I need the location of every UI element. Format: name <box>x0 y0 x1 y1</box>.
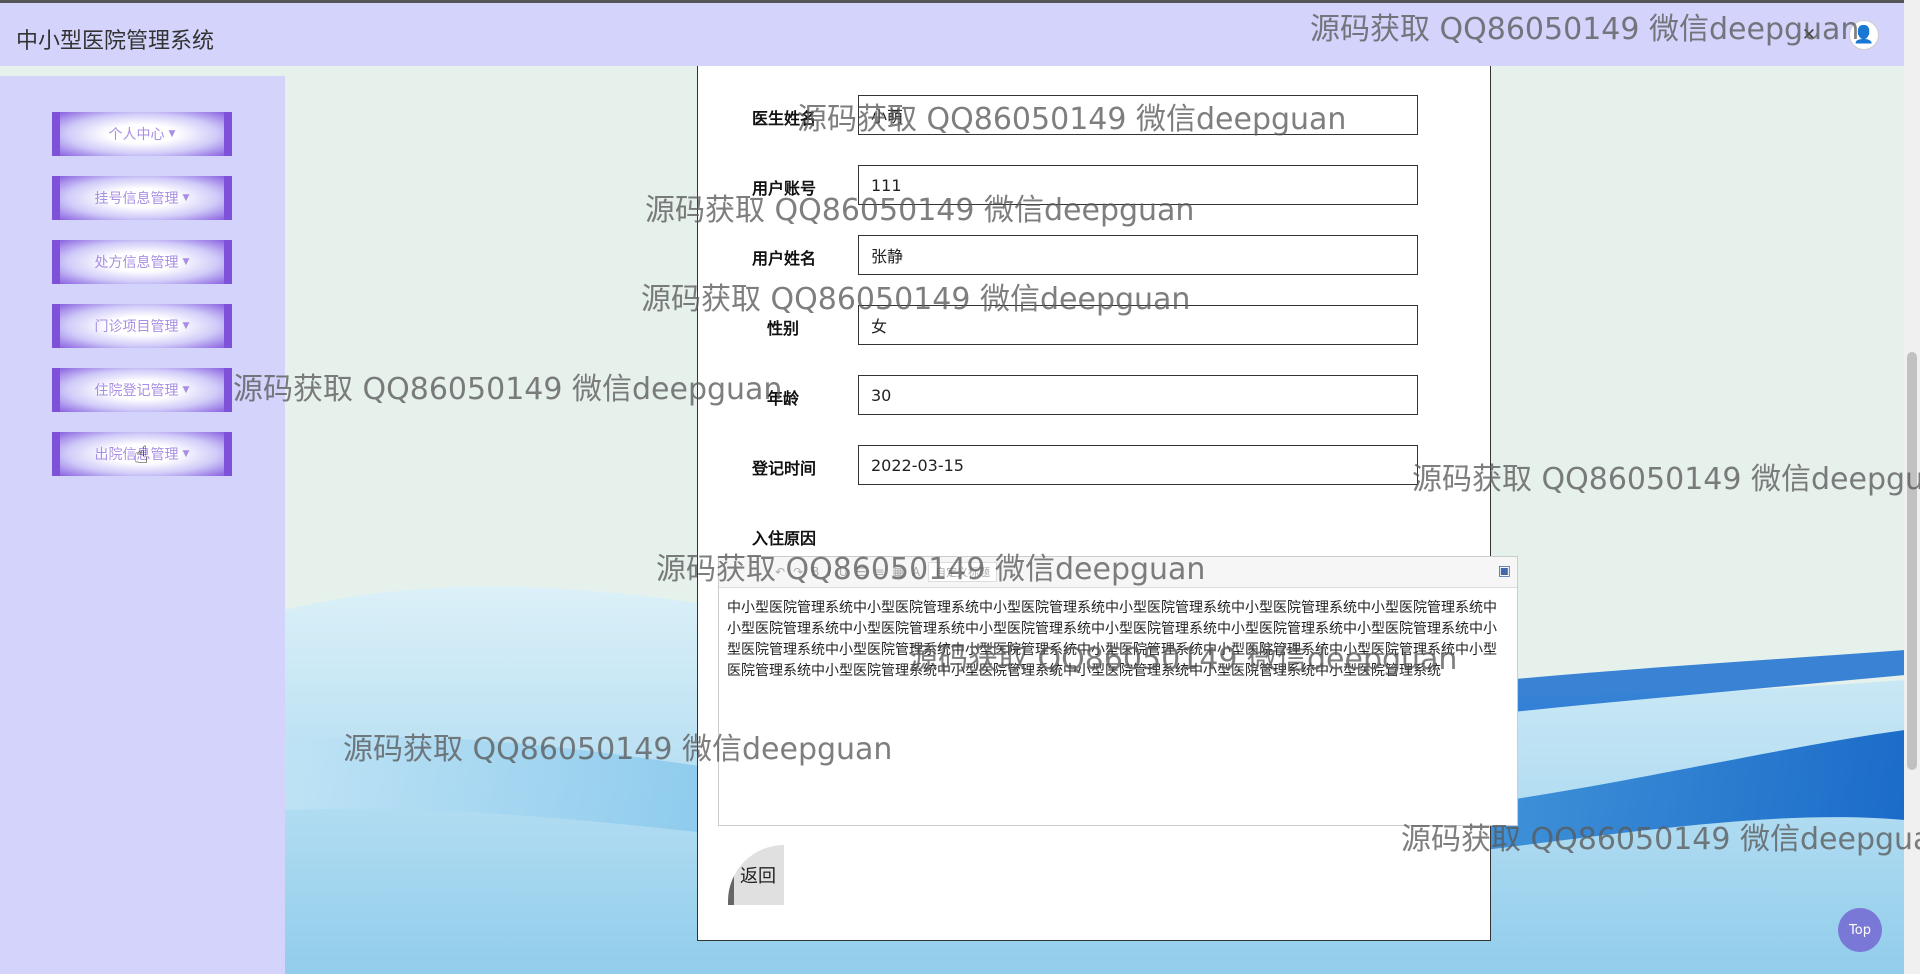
sidebar-item-label: 个人中心 <box>108 127 165 143</box>
sidebar-item-prescription[interactable]: 处方信息管理 ▼ <box>52 240 232 284</box>
doctor-name-field[interactable] <box>858 95 1418 135</box>
align-icon[interactable]: ≡ <box>874 565 884 579</box>
caret-down-icon: ▼ <box>182 257 190 267</box>
fullscreen-icon[interactable]: ▣ <box>1498 563 1511 579</box>
sidebar-item-personal-center[interactable]: 个人中心 ▼ <box>52 112 232 156</box>
sidebar-item-admission[interactable]: 住院登记管理 ▼ <box>52 368 232 412</box>
editor-toolbar: ↶ ↷ B I U ☰ ≡ ▦ A 自定义标题 ▣ <box>719 557 1517 588</box>
sidebar-item-outpatient[interactable]: 门诊项目管理 ▼ <box>52 304 232 348</box>
top-bar: 中小型医院管理系统 ✕ 👤 <box>0 0 1904 66</box>
field-label-register-time: 登记时间 <box>752 459 817 478</box>
field-label-doctor-name: 医生姓名 <box>752 109 817 128</box>
caret-down-icon: ▼ <box>182 321 190 331</box>
caret-down-icon: ▼ <box>168 129 176 139</box>
caret-down-icon: ▼ <box>182 385 190 395</box>
user-icon[interactable]: 👤 <box>1849 20 1879 50</box>
font-color-icon[interactable]: A <box>912 565 920 579</box>
detail-form-panel: 医生姓名 用户账号 用户姓名 性别 年龄 登记时间 入住原因 ↶ ↷ B I U… <box>697 60 1518 941</box>
list-icon[interactable]: ☰ <box>856 565 867 579</box>
undo-icon[interactable]: ↶ <box>775 565 785 579</box>
register-time-field[interactable] <box>858 445 1418 485</box>
italic-icon[interactable]: I <box>827 565 831 579</box>
age-field[interactable] <box>858 375 1418 415</box>
underline-icon[interactable]: U <box>839 565 848 579</box>
bold-icon[interactable]: B <box>811 565 819 579</box>
hand-cursor-icon: ☝ <box>134 441 149 469</box>
caret-down-icon: ▼ <box>182 449 190 459</box>
rich-text-editor[interactable]: ↶ ↷ B I U ☰ ≡ ▦ A 自定义标题 ▣ 中小型医院管理系统中小型医院… <box>718 556 1518 826</box>
user-account-field[interactable] <box>858 165 1418 205</box>
back-to-top-button[interactable]: Top <box>1838 908 1882 952</box>
app-title: 中小型医院管理系统 <box>16 29 215 54</box>
back-button[interactable]: 返回 <box>728 845 784 905</box>
sidebar-item-registration[interactable]: 挂号信息管理 ▼ <box>52 176 232 220</box>
sidebar: 个人中心 ▼ 挂号信息管理 ▼ 处方信息管理 ▼ 门诊项目管理 ▼ 住院登记管理 ▼ 出院… <box>0 76 285 974</box>
table-icon[interactable]: ▦ <box>893 565 904 579</box>
caret-down-icon: ▼ <box>182 193 190 203</box>
field-label-user-account: 用户账号 <box>752 179 817 198</box>
user-name-field[interactable] <box>858 235 1418 275</box>
sidebar-item-label: 挂号信息管理 <box>94 191 179 207</box>
field-label-gender: 性别 <box>767 319 800 338</box>
gender-field[interactable] <box>858 305 1418 345</box>
scrollbar-thumb[interactable] <box>1907 352 1917 770</box>
sidebar-item-label: 门诊项目管理 <box>94 319 179 335</box>
field-label-user-name: 用户姓名 <box>752 249 817 268</box>
heading-select[interactable]: 自定义标题 <box>928 562 998 582</box>
redo-icon[interactable]: ↷ <box>793 565 803 579</box>
page-scrollbar[interactable] <box>1904 0 1920 974</box>
sidebar-item-label: 处方信息管理 <box>94 255 179 271</box>
editor-content[interactable]: 中小型医院管理系统中小型医院管理系统中小型医院管理系统中小型医院管理系统中小型医… <box>719 588 1517 692</box>
sidebar-item-label: 住院登记管理 <box>94 383 179 399</box>
field-label-age: 年龄 <box>767 389 800 408</box>
field-label-admission-reason: 入住原因 <box>752 529 817 548</box>
close-icon[interactable]: ✕ <box>1794 20 1824 50</box>
